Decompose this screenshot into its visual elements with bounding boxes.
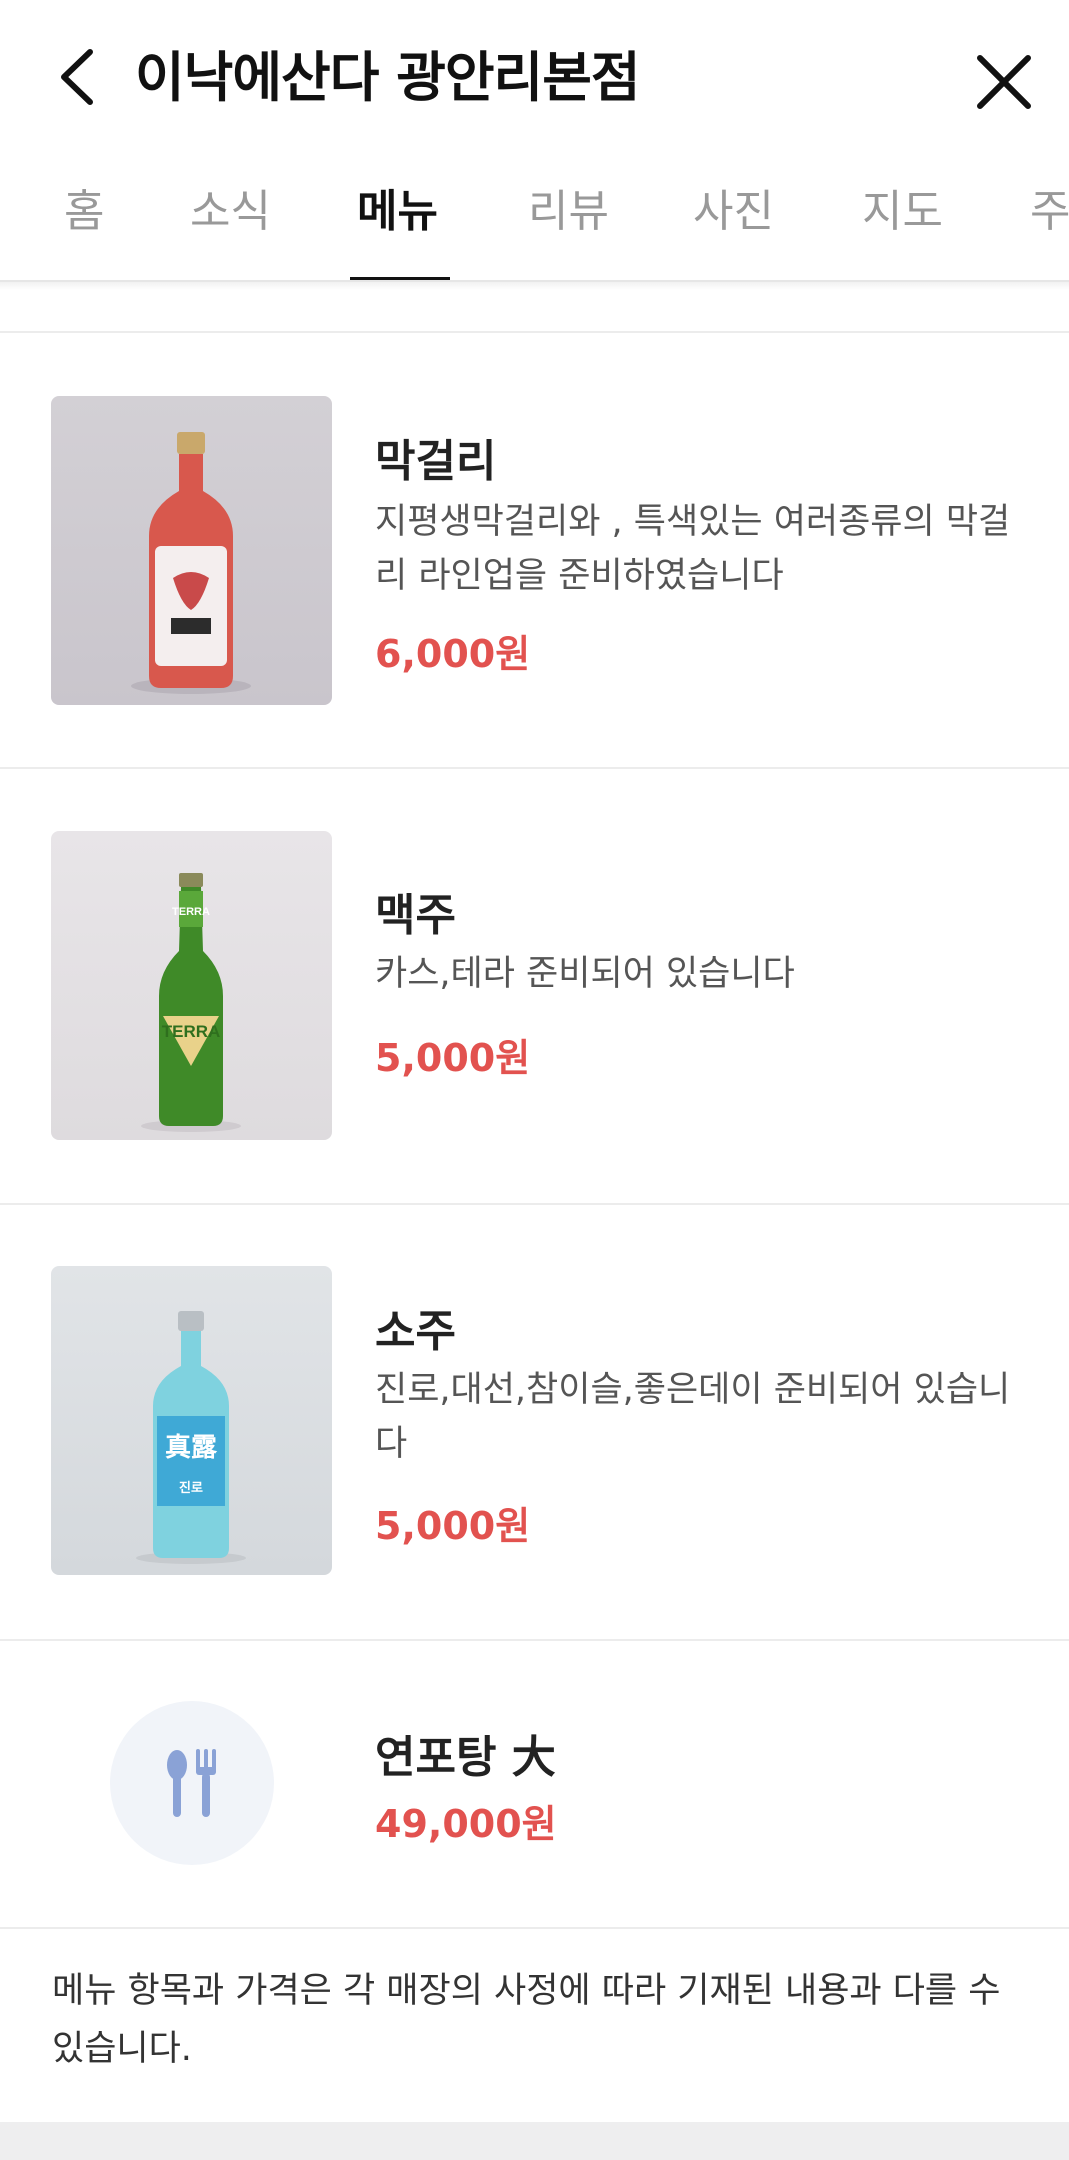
- menu-item-yeonpotang[interactable]: 연포탕 大 49,000원: [0, 1641, 1069, 1927]
- divider: [0, 1927, 1069, 1929]
- menu-item-name: 막걸리: [375, 436, 497, 487]
- menu-item-name: 맥주: [375, 890, 456, 941]
- tab-news[interactable]: 소식: [190, 160, 271, 280]
- tab-reviews[interactable]: 리뷰: [528, 160, 609, 280]
- menu-item-price: 5,000원: [375, 1504, 531, 1548]
- soju-bottle-image: 真露 진로: [51, 1266, 332, 1575]
- tab-bar: 홈 소식 메뉴 리뷰 사진 지도 주: [0, 160, 1069, 282]
- makgeolli-bottle-image: [51, 396, 332, 705]
- menu-item-soju[interactable]: 真露 진로 소주 진로,대선,참이슬,좋은데이 준비되어 있습니다 5,000원: [0, 1205, 1069, 1639]
- menu-item-makgeolli[interactable]: 막걸리 지평생막걸리와 , 특색있는 여러종류의 막걸리 라인업을 준비하였습니…: [0, 333, 1069, 767]
- tab-photos[interactable]: 사진: [693, 160, 774, 280]
- chevron-left-icon: [61, 49, 93, 105]
- bottom-area: [0, 2122, 1069, 2160]
- menu-item-description: 카스,테라 준비되어 있습니다: [375, 954, 795, 994]
- tab-map[interactable]: 지도: [862, 160, 943, 280]
- tabs-shadow: [0, 282, 1069, 290]
- tab-more[interactable]: 주: [1030, 160, 1069, 280]
- soju-label-text: 真露: [165, 1433, 218, 1463]
- page-title: 이낙에산다 광안리본점: [135, 46, 641, 109]
- menu-placeholder: [110, 1701, 274, 1865]
- beer-bottle-image: TERRA TERRA: [51, 831, 332, 1140]
- soju-label-subtext: 진로: [179, 1480, 203, 1496]
- menu-item-name: 소주: [375, 1306, 456, 1357]
- close-icon: [977, 55, 1031, 109]
- menu-item-description: 진로,대선,참이슬,좋은데이 준비되어 있습니다: [375, 1370, 1011, 1464]
- menu-notice: 메뉴 항목과 가격은 각 매장의 사정에 따라 기재된 내용과 다를 수 있습니…: [52, 1971, 1001, 2069]
- menu-item-price: 49,000원: [375, 1802, 557, 1846]
- menu-item-price: 6,000원: [375, 632, 531, 676]
- menu-item-description: 지평생막걸리와 , 특색있는 여러종류의 막걸리 라인업을 준비하였습니다: [375, 502, 1011, 596]
- tab-menu[interactable]: 메뉴: [357, 160, 438, 280]
- terra-neck-text: TERRA: [172, 906, 210, 918]
- tab-home[interactable]: 홈: [64, 160, 104, 280]
- menu-item-beer[interactable]: TERRA TERRA 맥주 카스,테라 준비되어 있습니다 5,000원: [0, 769, 1069, 1203]
- menu-item-name: 연포탕 大: [375, 1732, 556, 1783]
- utensils-icon: [167, 1749, 216, 1817]
- app-header: 이낙에산다 광안리본점: [0, 0, 1069, 160]
- back-button[interactable]: [50, 42, 110, 112]
- close-button[interactable]: [970, 48, 1038, 116]
- terra-label-text: TERRA: [162, 1022, 221, 1041]
- menu-item-price: 5,000원: [375, 1036, 531, 1080]
